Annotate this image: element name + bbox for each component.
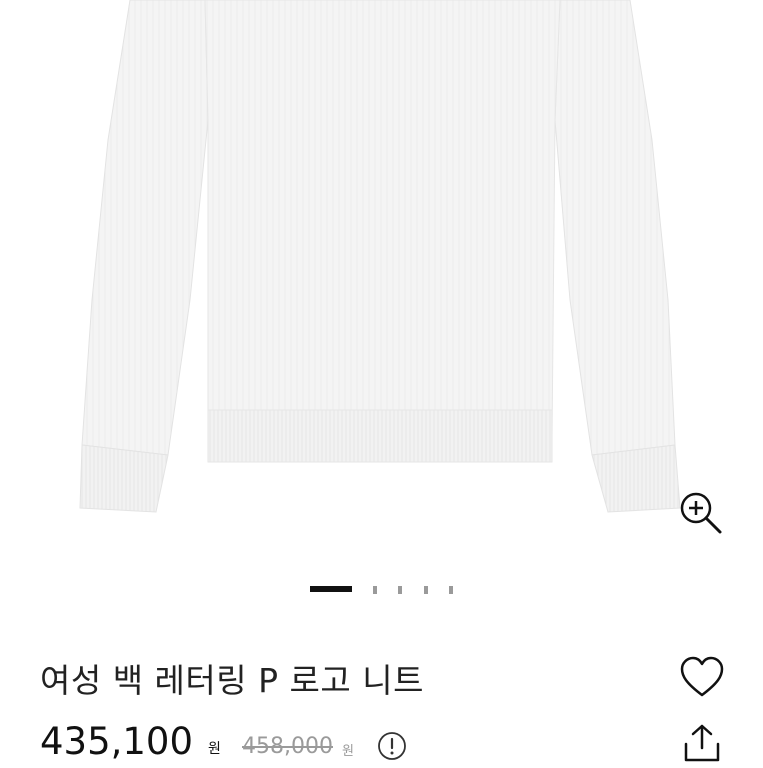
carousel-dot[interactable]	[373, 586, 377, 594]
product-image[interactable]	[0, 0, 763, 560]
carousel-dot[interactable]	[424, 586, 428, 594]
heart-icon	[680, 656, 724, 697]
share-button[interactable]	[680, 722, 724, 764]
carousel-indicator	[0, 586, 763, 596]
sale-price: 435,100	[40, 720, 194, 763]
share-icon	[684, 724, 720, 762]
carousel-dot[interactable]	[449, 586, 453, 594]
sweater-illustration	[79, 0, 681, 513]
price-info-button[interactable]	[377, 731, 407, 761]
product-title: 여성 백 레터링 P 로고 니트	[40, 661, 424, 700]
wishlist-button[interactable]	[678, 654, 726, 700]
original-price-unit: 원	[342, 744, 354, 759]
sale-price-unit: 원	[208, 741, 221, 757]
original-price: 458,000	[242, 734, 333, 759]
carousel-dot[interactable]	[398, 586, 402, 594]
carousel-dot-active[interactable]	[310, 586, 352, 592]
zoom-button[interactable]	[674, 486, 726, 538]
zoom-in-icon	[680, 492, 722, 534]
info-icon	[378, 732, 406, 760]
